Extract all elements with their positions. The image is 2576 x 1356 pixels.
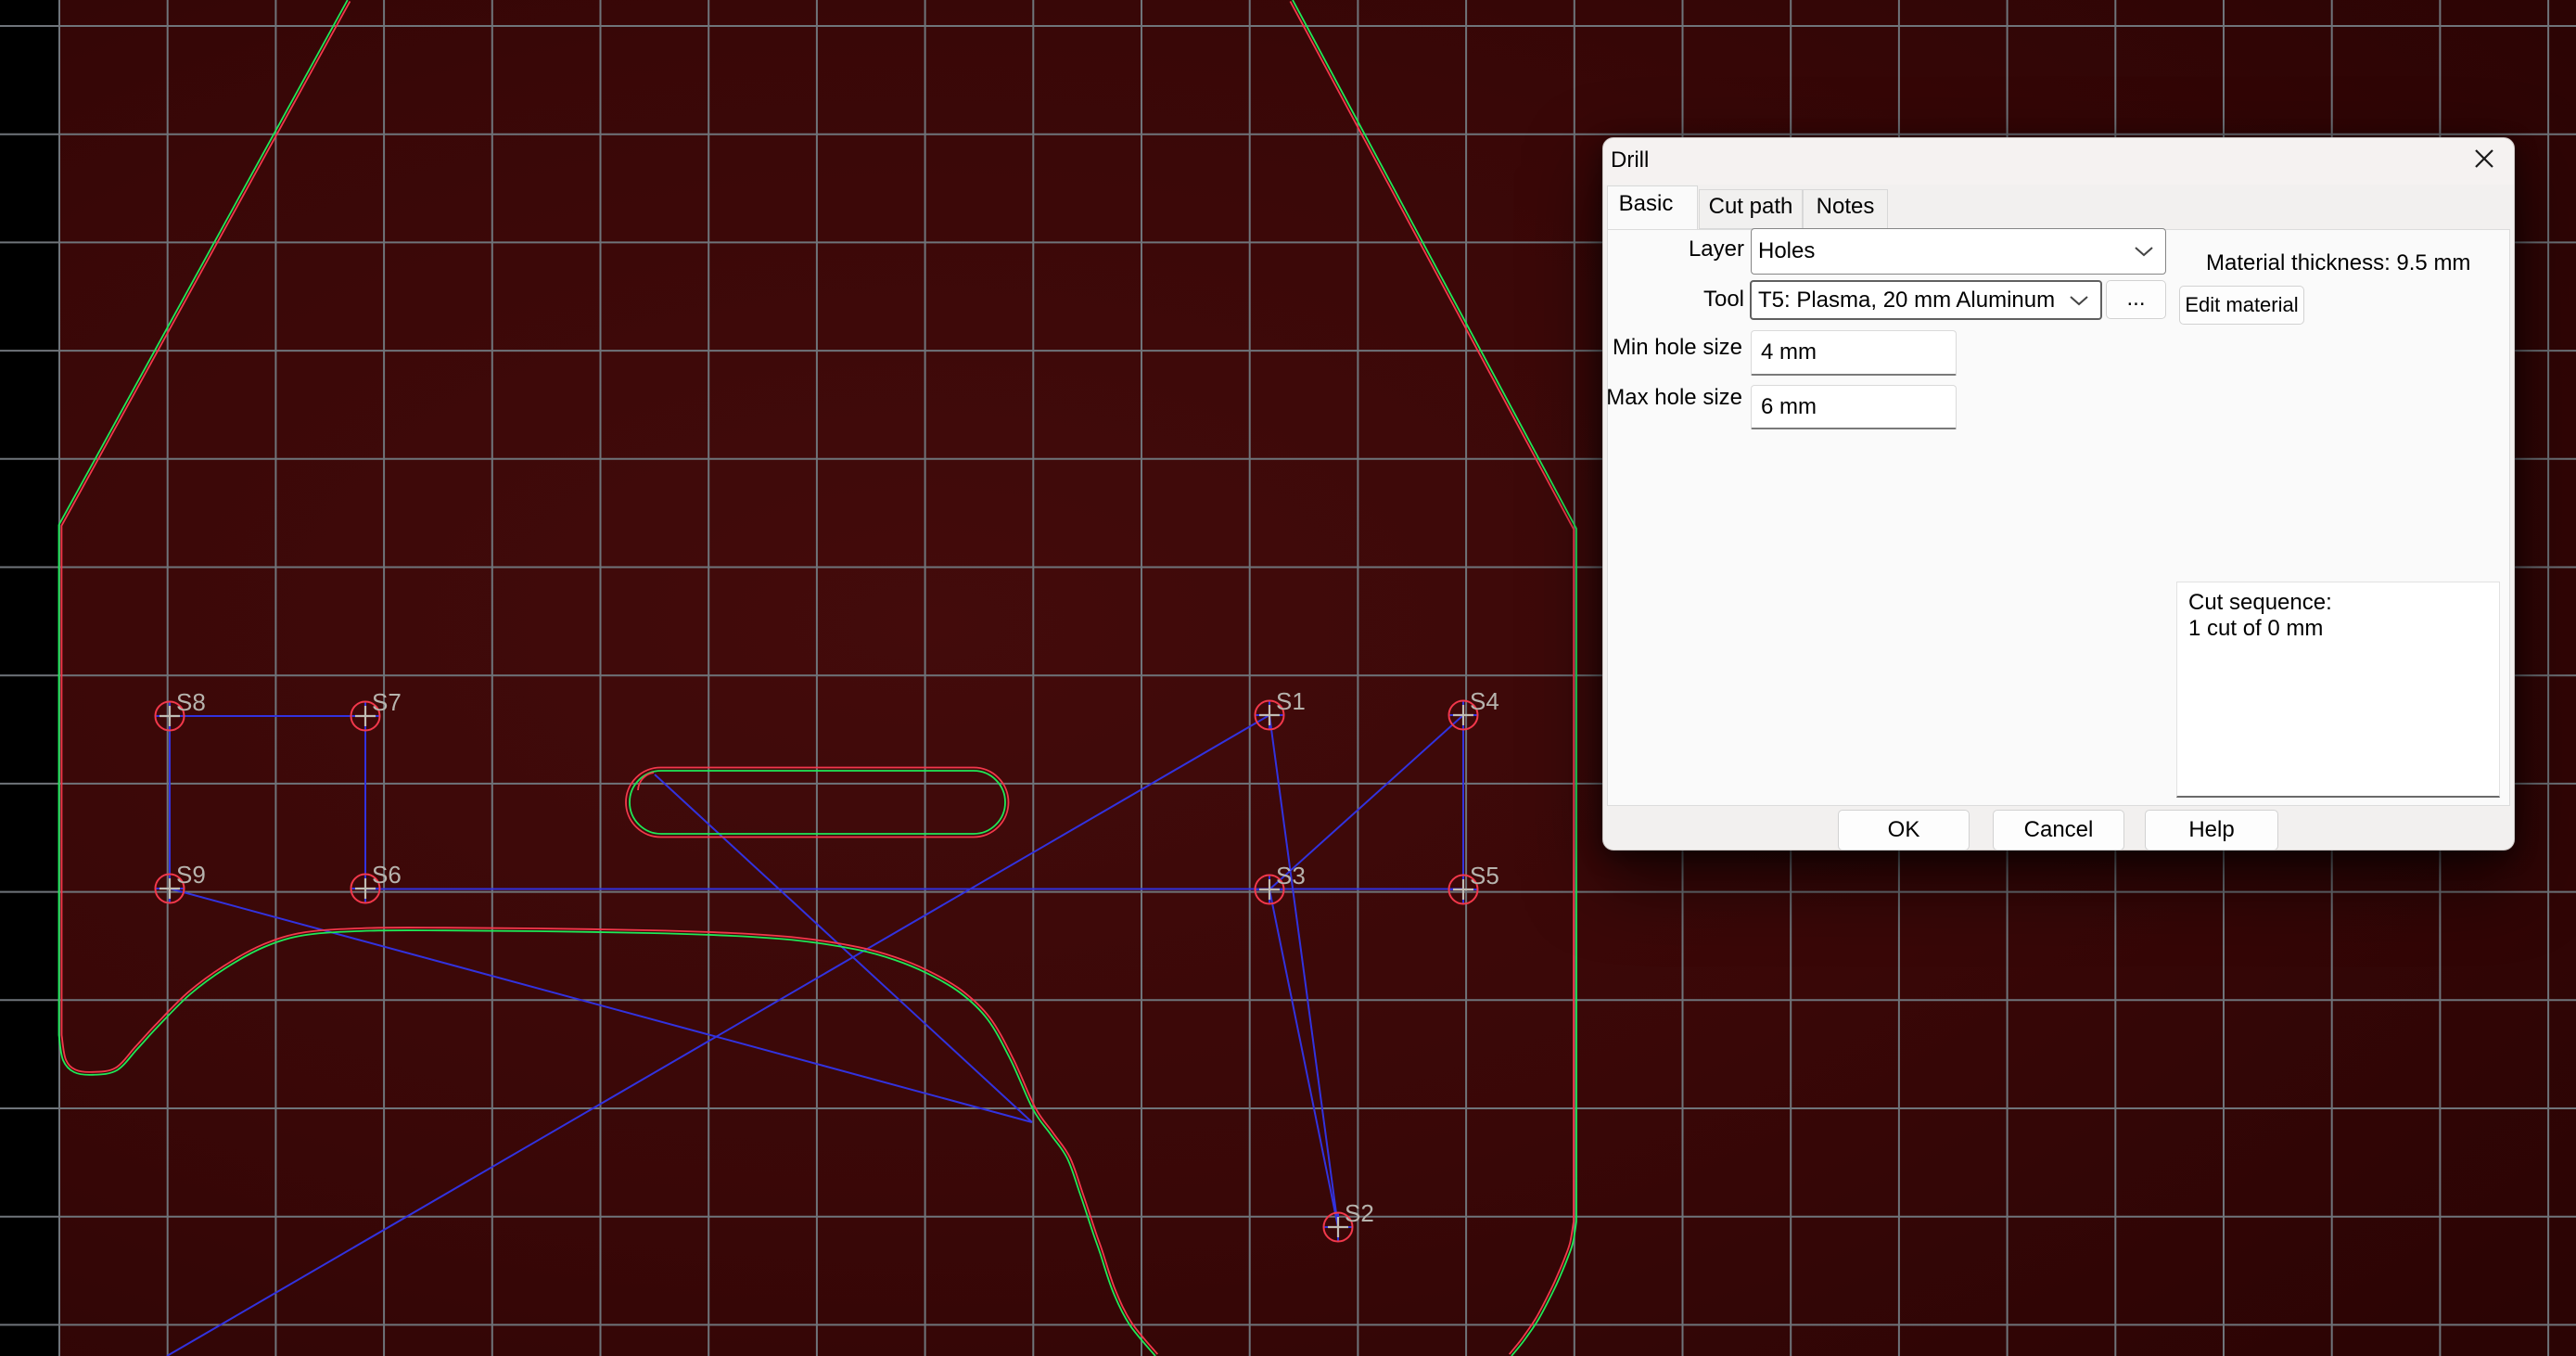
svg-text:S3: S3 [1276, 862, 1306, 889]
svg-text:S9: S9 [176, 861, 206, 889]
svg-text:S7: S7 [372, 688, 402, 716]
svg-text:S6: S6 [372, 861, 402, 889]
svg-text:S5: S5 [1470, 862, 1499, 889]
svg-text:S1: S1 [1276, 687, 1306, 715]
svg-text:S2: S2 [1345, 1199, 1374, 1227]
svg-text:S8: S8 [176, 688, 206, 716]
svg-text:S4: S4 [1470, 687, 1499, 715]
